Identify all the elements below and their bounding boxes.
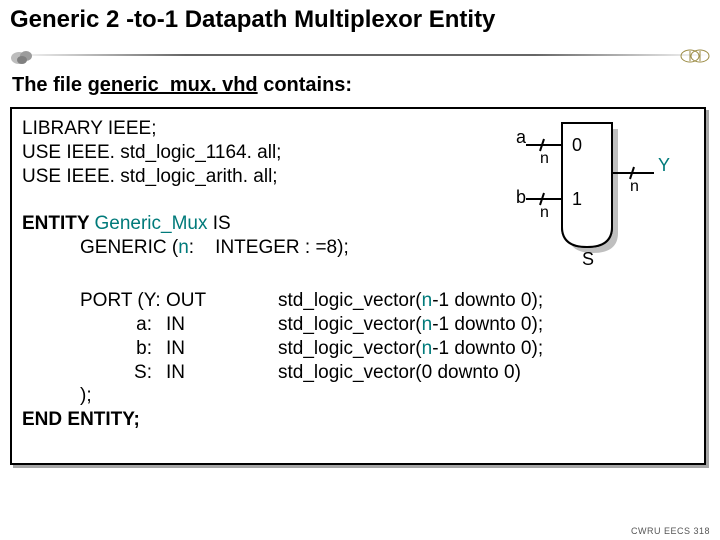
- mux-a-width: n: [540, 150, 549, 167]
- ornament-right-icon: [680, 48, 710, 64]
- mux-s-label: S: [582, 249, 594, 268]
- footer-course: CWRU EECS 318: [631, 526, 710, 536]
- mux-b-width: n: [540, 204, 549, 221]
- mux-diagram: a n 0 b n 1 Y n S: [482, 113, 672, 268]
- mux-a-sel: 0: [572, 135, 582, 155]
- code-listing: a n 0 b n 1 Y n S LIBRARY IEEE; USE IEEE…: [10, 107, 706, 465]
- code-line: );: [22, 384, 694, 408]
- slide-title: Generic 2 -to-1 Datapath Multiplexor Ent…: [10, 6, 710, 34]
- mux-a-label: a: [516, 127, 527, 147]
- mux-y-width: n: [630, 178, 639, 195]
- subhead-suffix: contains:: [258, 74, 352, 96]
- mux-b-label: b: [516, 187, 526, 207]
- mux-y-label: Y: [658, 155, 670, 175]
- mux-b-sel: 1: [572, 189, 582, 209]
- subhead-filename: generic_mux. vhd: [88, 74, 258, 96]
- subhead-prefix: The file: [12, 74, 88, 96]
- code-line: END ENTITY;: [22, 408, 694, 432]
- port-table: PORT (Y: OUT std_logic_vector(n-1 downto…: [80, 289, 694, 384]
- ornament-left-icon: [10, 48, 36, 66]
- title-rule: [10, 42, 710, 68]
- subheading: The file generic_mux. vhd contains:: [12, 74, 710, 97]
